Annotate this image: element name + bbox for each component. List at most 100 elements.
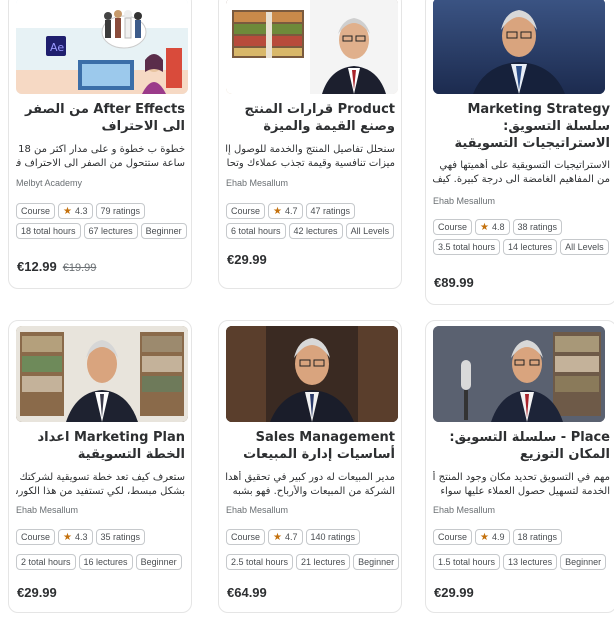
price-row: €29.99	[434, 585, 474, 600]
course-card-after-effects[interactable]: Ae After Effects من الصفر الى الاحتراف خ…	[8, 0, 192, 289]
course-card-place[interactable]: Place - سلسلة التسويق: المكان التوزيع مه…	[425, 320, 614, 613]
star-icon: ★	[480, 221, 489, 233]
price-row: €89.99	[434, 275, 474, 290]
badge-row: Course ★ 4.3 79 ratings	[16, 203, 146, 219]
star-icon: ★	[63, 205, 72, 217]
course-thumbnail[interactable]	[16, 326, 188, 422]
rating-badge: ★ 4.8	[475, 219, 510, 235]
course-card-product[interactable]: Product قرارات المنتج وصنع القيمة والميز…	[218, 0, 402, 289]
instructor-name: Melbyt Academy	[16, 178, 83, 188]
ratings-count-badge: 35 ratings	[95, 529, 146, 545]
ratings-count-badge: 140 ratings	[305, 529, 361, 545]
course-title[interactable]: Sales Management أساسيات إدارة المبيعات	[226, 429, 395, 463]
lectures-badge: 67 lectures	[83, 223, 138, 239]
price-row: €12.99 €19.99	[17, 259, 96, 274]
description-line: مدير المبيعات له دور كبير في تحقيق أهداف	[226, 472, 395, 483]
course-title[interactable]: Marketing Strategy سلسلة التسويق: الاستر…	[433, 101, 610, 152]
course-title[interactable]: Place - سلسلة التسويق: المكان التوزيع	[433, 429, 610, 463]
price: €12.99	[17, 259, 57, 274]
ratings-count-badge: 47 ratings	[305, 203, 356, 219]
hours-badge: 18 total hours	[16, 223, 81, 239]
description-line: مهم في التسويق تحديد مكان وجود المنتج أو	[433, 472, 610, 483]
meta-row: 2.5 total hours 21 lectures Beginner	[226, 554, 400, 570]
description-line: الشركة من المبيعات والأرباح. فهو بشبه	[232, 486, 395, 497]
star-icon: ★	[273, 205, 282, 217]
course-thumbnail[interactable]	[226, 0, 398, 94]
course-type-badge: Course	[16, 529, 56, 545]
lectures-badge: 13 lectures	[503, 554, 558, 570]
course-card-marketing-strategy[interactable]: Marketing Strategy سلسلة التسويق: الاستر…	[425, 0, 614, 305]
hours-badge: 2 total hours	[16, 554, 76, 570]
course-title[interactable]: After Effects من الصفر الى الاحتراف	[16, 101, 185, 135]
price: €64.99	[227, 585, 267, 600]
course-description: خطوة ب خطوة و على مدار اكثر من 18 ساعة س…	[16, 143, 185, 171]
ratings-count-badge: 79 ratings	[95, 203, 146, 219]
course-type-badge: Course	[226, 203, 266, 219]
ratings-count-badge: 18 ratings	[512, 529, 563, 545]
description-line: الاستراتيجيات التسويقية على أهميتها فهي	[439, 160, 610, 171]
course-card-sales-management[interactable]: Sales Management أساسيات إدارة المبيعات …	[218, 320, 402, 613]
course-description: سنحلل تفاصيل المنتج والخدمة للوصول إلى م…	[226, 143, 395, 171]
ae-logo: Ae	[50, 41, 64, 54]
badge-row: Course ★ 4.9 18 ratings	[433, 529, 563, 545]
lectures-badge: 42 lectures	[288, 223, 343, 239]
lectures-badge: 16 lectures	[78, 554, 133, 570]
lectures-badge: 21 lectures	[296, 554, 351, 570]
level-badge: All Levels	[345, 223, 395, 239]
description-line: سنحلل تفاصيل المنتج والخدمة للوصول إلى	[226, 144, 395, 155]
rating-value: 4.8	[491, 222, 505, 232]
course-type-badge: Course	[433, 219, 473, 235]
course-thumbnail[interactable]: Ae	[16, 0, 188, 94]
rating-value: 4.7	[284, 206, 298, 216]
description-line: من المفاهيم الغامضة الى درجة كبيرة. كيف	[433, 174, 610, 185]
level-badge: Beginner	[140, 223, 187, 239]
price: €89.99	[434, 275, 474, 290]
badge-row: Course ★ 4.3 35 ratings	[16, 529, 146, 545]
badge-row: Course ★ 4.7 47 ratings	[226, 203, 356, 219]
rating-value: 4.9	[491, 532, 505, 542]
price: €29.99	[17, 585, 57, 600]
meta-row: 3.5 total hours 14 lectures All Levels	[433, 239, 609, 255]
course-thumbnail[interactable]	[226, 326, 398, 422]
rating-badge: ★ 4.7	[268, 203, 303, 219]
course-type-badge: Course	[226, 529, 266, 545]
instructor-name: Ehab Mesallum	[226, 178, 289, 188]
rating-value: 4.7	[284, 532, 298, 542]
hours-badge: 2.5 total hours	[226, 554, 294, 570]
course-thumbnail[interactable]	[433, 0, 605, 94]
description-line: الخدمة لتسهيل حصول العملاء عليها سواء	[440, 486, 610, 497]
level-badge: Beginner	[560, 554, 607, 570]
description-line: بشكل مبسط، لكي تستفيد من هذا الكورس	[16, 486, 185, 497]
rating-badge: ★ 4.9	[475, 529, 510, 545]
badge-row: Course ★ 4.7 140 ratings	[226, 529, 361, 545]
star-icon: ★	[63, 531, 72, 543]
meta-row: 18 total hours 67 lectures Beginner	[16, 223, 187, 239]
course-thumbnail[interactable]	[433, 326, 605, 422]
hours-badge: 1.5 total hours	[433, 554, 501, 570]
hours-badge: 6 total hours	[226, 223, 286, 239]
lectures-badge: 14 lectures	[503, 239, 558, 255]
instructor-name: Ehab Mesallum	[16, 505, 79, 515]
rating-badge: ★ 4.3	[58, 529, 93, 545]
instructor-name: Ehab Mesallum	[226, 505, 289, 515]
course-description: ستعرف كيف تعد خطة تسويقية لشركتك بشكل مب…	[16, 471, 185, 499]
course-title[interactable]: Product قرارات المنتج وصنع القيمة والميز…	[226, 101, 395, 137]
description-line: ميزات تنافسية وقيمة تجذب عملاءك وتحافظ	[226, 158, 395, 169]
level-badge: All Levels	[560, 239, 609, 255]
meta-row: 1.5 total hours 13 lectures Beginner	[433, 554, 607, 570]
price: €29.99	[434, 585, 474, 600]
hours-badge: 3.5 total hours	[433, 239, 501, 255]
price: €29.99	[227, 252, 267, 267]
course-description: مدير المبيعات له دور كبير في تحقيق أهداف…	[226, 471, 395, 499]
rating-badge: ★ 4.7	[268, 529, 303, 545]
rating-badge: ★ 4.3	[58, 203, 93, 219]
course-type-badge: Course	[16, 203, 56, 219]
course-card-marketing-plan[interactable]: Marketing Plan اعداد الخطة التسويقية ستع…	[8, 320, 192, 613]
description-line: ستعرف كيف تعد خطة تسويقية لشركتك	[19, 472, 185, 483]
badge-row: Course ★ 4.8 38 ratings	[433, 219, 563, 235]
price-row: €64.99	[227, 585, 267, 600]
instructor-name: Ehab Mesallum	[433, 196, 496, 206]
ratings-count-badge: 38 ratings	[512, 219, 563, 235]
course-title[interactable]: Marketing Plan اعداد الخطة التسويقية	[16, 429, 185, 463]
original-price: €19.99	[62, 262, 97, 274]
